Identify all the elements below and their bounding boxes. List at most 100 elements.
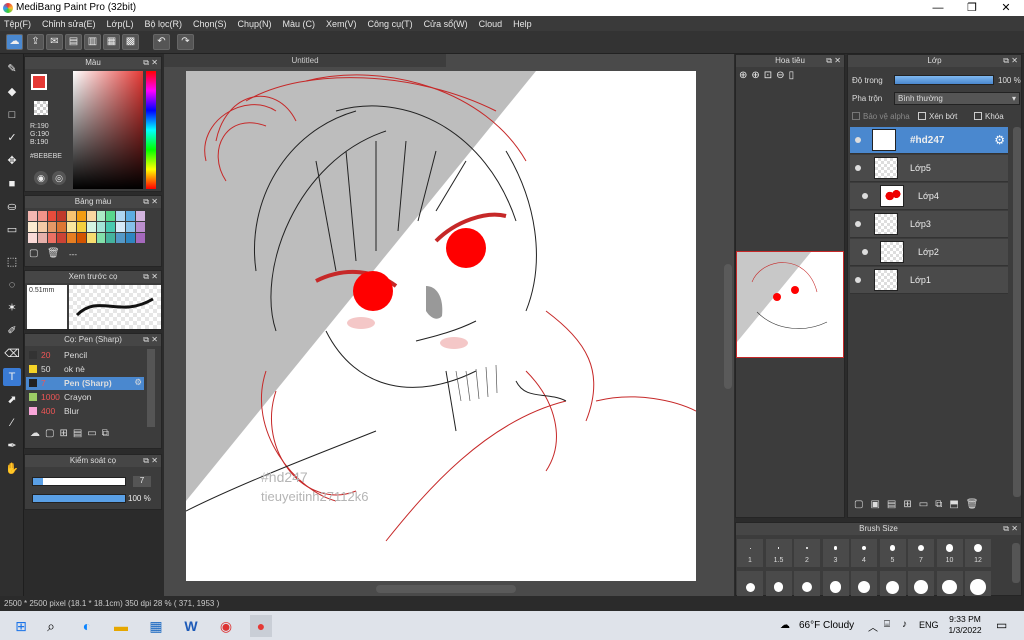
menu-layer[interactable]: Lớp(L) (107, 19, 134, 29)
palette-swatch[interactable] (86, 233, 96, 243)
brush-item-selected[interactable]: 7 Pen (Sharp) ⚙ (26, 377, 144, 390)
canvas-vertical-scrollbar[interactable] (724, 264, 732, 389)
brush-opacity-slider[interactable] (32, 494, 126, 503)
palette-swatch[interactable] (47, 222, 57, 232)
grid-icon[interactable]: ▦ (103, 34, 120, 50)
popout-icon[interactable]: ⧉ (143, 271, 149, 283)
folder-icon[interactable]: ▭ (87, 428, 96, 444)
layers-scrollbar[interactable] (1013, 127, 1021, 497)
clock[interactable]: 9:33 PM 1/3/2022 (945, 614, 985, 636)
menu-snap[interactable]: Chụp(N) (238, 19, 272, 29)
brush-size-preset[interactable] (851, 571, 877, 599)
menu-tools[interactable]: Công cụ(T) (368, 19, 413, 29)
palette-swatch[interactable] (67, 222, 76, 232)
protect-alpha-checkbox[interactable] (852, 112, 860, 120)
word-icon[interactable]: W (180, 615, 202, 637)
popout-icon[interactable]: ⧉ (1003, 523, 1009, 535)
palette-swatch[interactable] (76, 233, 86, 243)
trash-icon[interactable]: 🗑 (966, 499, 979, 515)
palette-swatch[interactable] (106, 222, 116, 232)
layer-row[interactable]: Lớp3 (850, 211, 1008, 238)
magic-wand-icon[interactable]: ✶ (3, 299, 21, 317)
palette-swatch[interactable] (125, 211, 135, 221)
popout-icon[interactable]: ⧉ (143, 455, 149, 467)
operation-tool-icon[interactable]: ⬈ (3, 391, 21, 409)
gradient-tool-icon[interactable]: ▭ (3, 221, 21, 239)
add-brush-icon[interactable]: ⊞ (59, 428, 67, 444)
actual-size-icon[interactable]: ⊡ (764, 70, 772, 90)
palette-swatch[interactable] (76, 222, 86, 232)
network-icon[interactable]: ⌸ (884, 619, 890, 630)
new-halftone-layer-icon[interactable]: ▣ (870, 499, 879, 515)
menu-edit[interactable]: Chỉnh sửa(E) (42, 19, 96, 29)
close-icon[interactable]: ✕ (151, 196, 158, 208)
eye-icon[interactable] (855, 165, 861, 171)
brush-list-scrollbar[interactable] (147, 349, 155, 427)
brush-size-scrollbar[interactable] (1012, 543, 1020, 583)
brush-size-value[interactable]: 7 (133, 476, 151, 487)
upload-icon[interactable]: ⇪ (27, 34, 44, 50)
palette-swatch[interactable] (28, 222, 37, 232)
gear-icon[interactable]: ⚙ (134, 377, 142, 388)
palette-swatch[interactable] (96, 233, 106, 243)
primary-color-swatch[interactable] (31, 74, 47, 90)
menu-cloud[interactable]: Cloud (479, 19, 503, 29)
palette-swatch[interactable] (47, 233, 57, 243)
store-icon[interactable]: ▦ (145, 615, 167, 637)
eye-icon[interactable] (862, 249, 868, 255)
palette-swatch[interactable] (125, 222, 135, 232)
brush-size-preset[interactable]: 1.5 (765, 539, 792, 567)
brush-size-preset[interactable] (908, 571, 934, 599)
zoom-fit-icon[interactable]: ⊕ (751, 70, 759, 90)
palette-swatch[interactable] (28, 233, 37, 243)
chat-icon[interactable]: ▤ (65, 34, 82, 50)
rect-tool-icon[interactable]: □ (3, 106, 21, 124)
page-icon[interactable]: ▥ (84, 34, 101, 50)
brush-item[interactable]: 400 Blur (26, 405, 144, 418)
eye-icon[interactable] (855, 221, 861, 227)
palette-swatch[interactable] (37, 222, 47, 232)
secondary-color-swatch[interactable] (34, 101, 48, 115)
palette-swatches[interactable] (28, 211, 146, 243)
folder-icon[interactable]: ▭ (919, 499, 928, 515)
palette-swatch[interactable] (96, 211, 106, 221)
new-brush-icon[interactable]: ▢ (45, 428, 54, 444)
hue-slider[interactable] (146, 71, 156, 189)
palette-swatch[interactable] (57, 233, 67, 243)
eraser-tool-icon[interactable]: ◆ (3, 83, 21, 101)
fill-rect-icon[interactable]: ■ (3, 175, 21, 193)
brush-size-preset[interactable] (822, 571, 849, 599)
text-tool-icon[interactable]: T (3, 368, 21, 386)
drawing-canvas[interactable]: #hd247 tieuyeitinh27112k6 (186, 71, 696, 581)
palette-swatch[interactable] (135, 233, 145, 243)
cloud-icon[interactable]: ☁ (6, 34, 23, 50)
zoom-out-icon[interactable]: ⊖ (776, 70, 784, 90)
brush-size-preset[interactable]: 5 (879, 539, 906, 567)
file-explorer-icon[interactable]: ▬ (110, 615, 132, 637)
menu-color[interactable]: Màu (C) (283, 19, 316, 29)
palette-swatch[interactable] (57, 211, 67, 221)
brush-size-preset[interactable] (879, 571, 906, 599)
eyedropper-icon[interactable]: ⁄ (3, 414, 21, 432)
menu-file[interactable]: Tệp(F) (4, 19, 31, 29)
brush-size-preset[interactable] (936, 571, 963, 599)
brush-size-preset[interactable]: 2 (794, 539, 820, 567)
brush-tool-icon[interactable]: ✎ (3, 60, 21, 78)
palette-swatch[interactable] (106, 233, 116, 243)
medibang-taskbar-icon[interactable]: ● (250, 615, 272, 637)
brush-size-preset[interactable] (737, 571, 763, 599)
brush-size-preset[interactable] (794, 571, 820, 599)
palette-swatch[interactable] (106, 211, 116, 221)
brush-size-preset[interactable] (765, 571, 792, 599)
trash-icon[interactable]: 🗑 (47, 248, 60, 260)
selection-pen-icon[interactable]: ✓ (3, 129, 21, 147)
chevron-up-icon[interactable]: ︿ (868, 619, 878, 634)
merge-layer-icon[interactable]: ⬒ (949, 499, 958, 515)
palette-swatch[interactable] (67, 233, 76, 243)
palette-swatch[interactable] (116, 222, 125, 232)
popout-icon[interactable]: ⧉ (1003, 55, 1009, 67)
brush-size-preset[interactable]: 7 (908, 539, 934, 567)
pen-tool-icon[interactable]: ✒ (3, 437, 21, 455)
palette-swatch[interactable] (37, 233, 47, 243)
hand-tool-icon[interactable]: ✋ (3, 460, 21, 478)
